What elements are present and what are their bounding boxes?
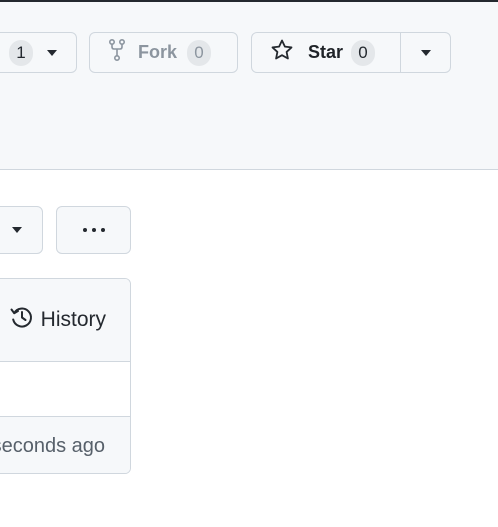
fork-button[interactable]: Fork 0 bbox=[89, 32, 238, 73]
watch-counter: 1 bbox=[9, 39, 33, 66]
file-box-header: History bbox=[0, 279, 130, 362]
kebab-horizontal-icon bbox=[82, 228, 105, 232]
star-button[interactable]: Star 0 bbox=[252, 33, 401, 72]
fork-label: Fork bbox=[138, 42, 178, 62]
star-counter: 0 bbox=[351, 39, 376, 66]
caret-down-icon bbox=[420, 49, 431, 56]
star-label: Star bbox=[308, 42, 344, 62]
history-icon bbox=[9, 304, 35, 336]
commit-time: seconds ago bbox=[0, 434, 105, 457]
star-button-group: Star 0 bbox=[251, 32, 451, 73]
branch-select-button[interactable] bbox=[0, 206, 43, 254]
more-options-button[interactable] bbox=[56, 206, 131, 254]
history-link[interactable]: History bbox=[41, 308, 106, 332]
star-icon bbox=[270, 38, 294, 67]
file-box-footer: seconds ago bbox=[0, 417, 130, 473]
file-box: History seconds ago bbox=[0, 278, 131, 474]
repo-header: 1 Fork 0 Star 0 bbox=[0, 2, 498, 170]
watch-button[interactable]: 1 bbox=[0, 32, 77, 73]
repo-forked-icon bbox=[108, 38, 126, 66]
file-box-row bbox=[0, 362, 130, 417]
star-list-menu-button[interactable] bbox=[401, 33, 450, 72]
caret-down-icon bbox=[47, 49, 57, 56]
caret-down-icon bbox=[12, 227, 22, 233]
fork-counter: 0 bbox=[187, 39, 212, 66]
